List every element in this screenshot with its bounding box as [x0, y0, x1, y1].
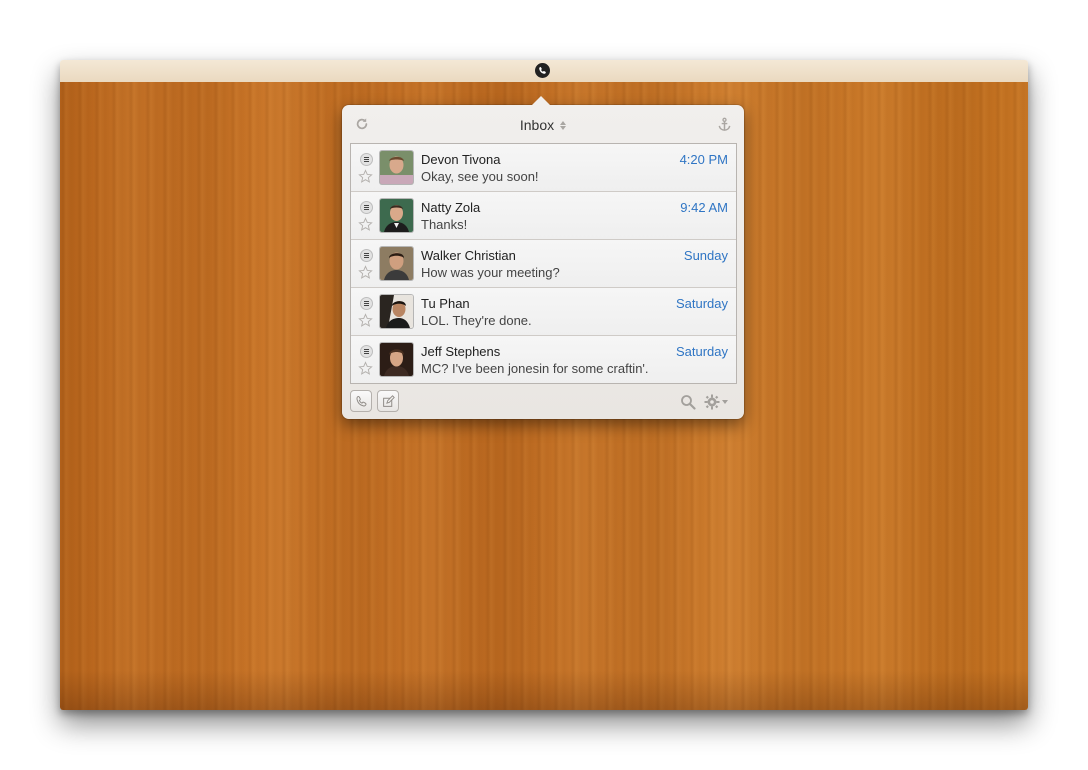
settings-menu[interactable] — [704, 393, 732, 411]
popover-bottom-bar — [342, 383, 744, 419]
message-menu-icon[interactable] — [360, 297, 373, 310]
desktop-screen: Inbox Devon Tivona Okay, see you soon! 4… — [60, 60, 1028, 710]
status-item-phone-icon[interactable] — [535, 63, 550, 78]
message-time: 9:42 AM — [680, 200, 728, 215]
star-icon[interactable] — [358, 169, 373, 184]
message-menu-icon[interactable] — [360, 345, 373, 358]
message-preview: Thanks! — [421, 217, 468, 232]
inbox-popover: Inbox Devon Tivona Okay, see you soon! 4… — [342, 96, 744, 419]
message-time: 4:20 PM — [679, 152, 728, 167]
compose-button[interactable] — [377, 390, 399, 412]
sender-name: Devon Tivona — [421, 152, 501, 167]
message-menu-icon[interactable] — [360, 249, 373, 262]
call-button[interactable] — [350, 390, 372, 412]
message-row[interactable]: Natty Zola Thanks! 9:42 AM — [351, 192, 736, 240]
sender-name: Jeff Stephens — [421, 344, 501, 359]
avatar — [380, 247, 413, 280]
chevron-down-icon — [722, 400, 728, 404]
mailbox-selector[interactable]: Inbox — [342, 115, 744, 135]
star-icon[interactable] — [358, 217, 373, 232]
message-preview: LOL. They're done. — [421, 313, 532, 328]
search-icon[interactable] — [680, 394, 696, 410]
message-list: Devon Tivona Okay, see you soon! 4:20 PM… — [350, 143, 737, 384]
message-row[interactable]: Devon Tivona Okay, see you soon! 4:20 PM — [351, 144, 736, 192]
avatar — [380, 295, 413, 328]
updown-arrows-icon — [560, 120, 567, 130]
star-icon[interactable] — [358, 313, 373, 328]
message-time: Saturday — [675, 344, 728, 359]
menu-bar — [60, 60, 1028, 83]
sender-name: Natty Zola — [421, 200, 481, 215]
message-row[interactable]: Jeff Stephens MC? I've been jonesin for … — [351, 336, 736, 383]
message-time: Saturday — [675, 296, 728, 311]
compose-icon — [382, 394, 395, 407]
message-preview: Okay, see you soon! — [421, 169, 539, 184]
message-preview: MC? I've been jonesin for some craftin'. — [421, 361, 649, 376]
avatar — [380, 199, 413, 232]
gear-icon — [704, 394, 720, 410]
message-time: Sunday — [683, 248, 728, 263]
star-icon[interactable] — [358, 265, 373, 280]
star-icon[interactable] — [358, 361, 373, 376]
message-row[interactable]: Tu Phan LOL. They're done. Saturday — [351, 288, 736, 336]
message-menu-icon[interactable] — [360, 153, 373, 166]
avatar — [380, 343, 413, 376]
sender-name: Walker Christian — [421, 248, 516, 263]
message-row[interactable]: Walker Christian How was your meeting? S… — [351, 240, 736, 288]
avatar — [380, 151, 413, 184]
sender-name: Tu Phan — [421, 296, 470, 311]
phone-icon — [356, 395, 367, 406]
message-menu-icon[interactable] — [360, 201, 373, 214]
message-preview: How was your meeting? — [421, 265, 560, 280]
popover-title: Inbox — [519, 117, 555, 133]
popover-toolbar: Inbox — [342, 105, 744, 143]
anchor-icon[interactable] — [716, 116, 732, 132]
